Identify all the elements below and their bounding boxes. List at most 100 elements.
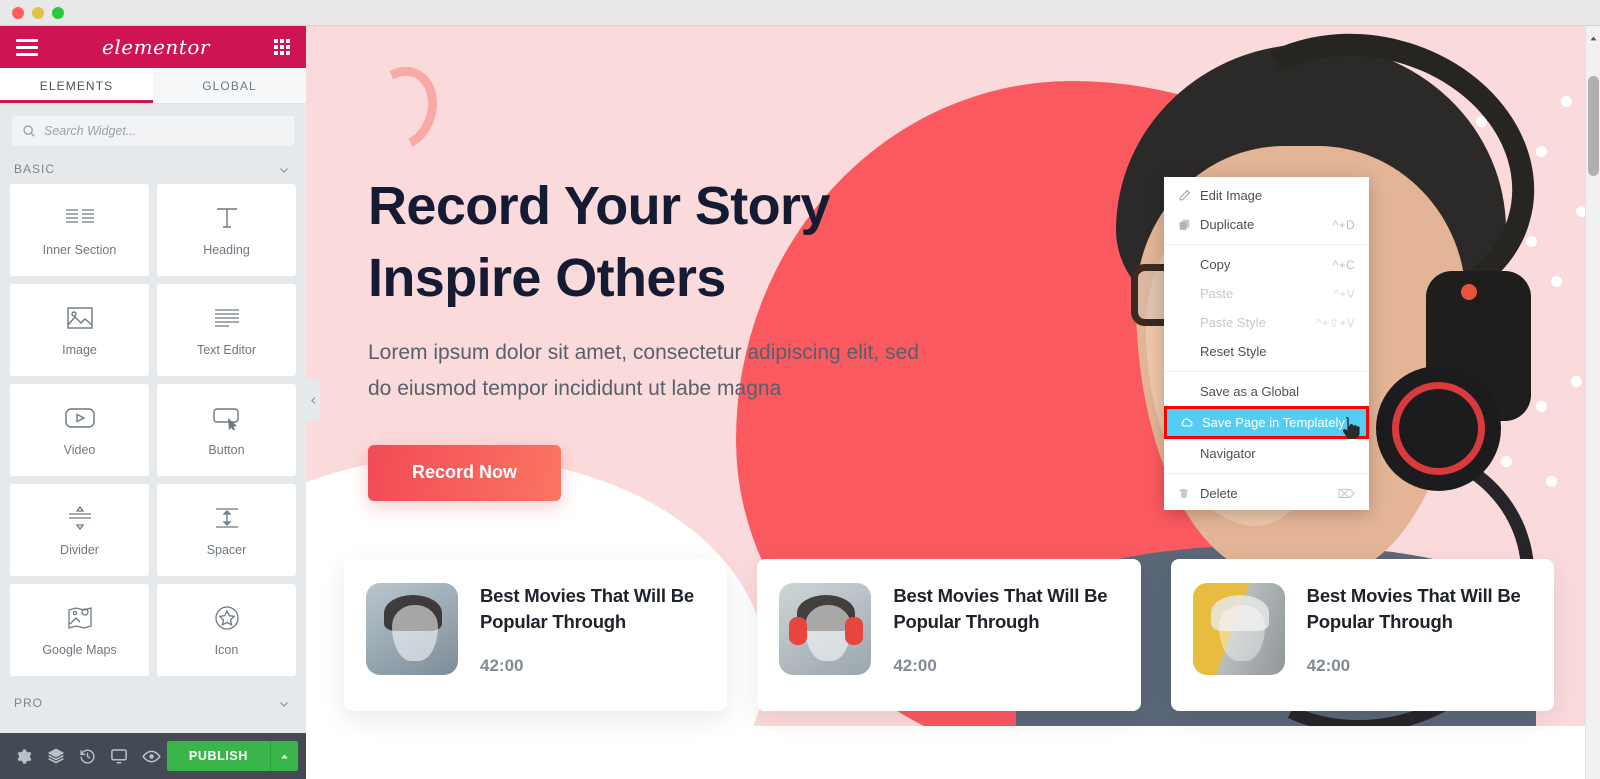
- episode-card[interactable]: Best Movies That Will Be Popular Through…: [344, 559, 728, 711]
- minimize-window-button[interactable]: [32, 7, 44, 19]
- scroll-up-arrow-icon[interactable]: [1589, 30, 1598, 41]
- context-menu-label: Paste Style: [1200, 315, 1266, 330]
- inner-section-icon: [65, 203, 95, 233]
- chevron-down-icon[interactable]: [278, 163, 290, 175]
- responsive-monitor-icon[interactable]: [103, 733, 135, 779]
- widget-icon[interactable]: Icon: [157, 584, 296, 676]
- widget-label: Spacer: [206, 543, 247, 557]
- context-menu-label: Save Page in Templately: [1202, 415, 1345, 430]
- history-clock-icon[interactable]: [72, 733, 104, 779]
- caret-up-icon[interactable]: [270, 741, 298, 771]
- widget-search-area[interactable]: [0, 104, 306, 156]
- record-now-button[interactable]: Record Now: [368, 444, 562, 501]
- widget-button[interactable]: Button: [157, 384, 296, 476]
- search-input[interactable]: [44, 124, 294, 138]
- tab-global[interactable]: GLOBAL: [153, 68, 306, 103]
- episode-title[interactable]: Best Movies That Will Be Popular Through: [1307, 583, 1532, 636]
- photo-microphone-ring: [1392, 382, 1485, 475]
- widget-video[interactable]: Video: [10, 384, 149, 476]
- hero-heading-line-2: Inspire Others: [368, 247, 726, 308]
- settings-gear-icon[interactable]: [8, 733, 40, 779]
- widget-label: Video: [63, 443, 96, 457]
- panel-header: elementor: [0, 26, 306, 68]
- widget-label: Image: [62, 343, 97, 357]
- hero-heading[interactable]: Record Your Story Inspire Others: [368, 171, 968, 315]
- context-menu-item-duplicate[interactable]: Duplicate ^+D: [1164, 210, 1369, 239]
- context-menu-item-paste: Paste ^+V: [1164, 279, 1369, 308]
- elementor-left-panel[interactable]: elementor ELEMENTS GLOBAL BASIC: [0, 26, 306, 779]
- spacer-icon: [213, 503, 241, 533]
- context-menu-item-navigator[interactable]: Navigator: [1164, 439, 1369, 468]
- widget-heading[interactable]: Heading: [157, 184, 296, 276]
- episode-title[interactable]: Best Movies That Will Be Popular Through: [893, 583, 1118, 636]
- context-menu-label: Edit Image: [1200, 188, 1263, 203]
- context-menu-item-paste-style: Paste Style ^+⇧+V: [1164, 308, 1369, 337]
- element-context-menu[interactable]: Edit Image Duplicate ^+D Copy ^+C Paste …: [1164, 177, 1369, 510]
- section-label: PRO: [14, 696, 44, 710]
- editor-canvas[interactable]: Record Your Story Inspire Others Lorem i…: [306, 26, 1600, 779]
- panel-tabs[interactable]: ELEMENTS GLOBAL: [0, 68, 306, 104]
- hero-subtext[interactable]: Lorem ipsum dolor sit amet, consectetur …: [368, 335, 938, 407]
- hamburger-icon[interactable]: [16, 38, 38, 56]
- section-header-basic[interactable]: BASIC: [0, 156, 306, 184]
- panel-footer-toolbar[interactable]: PUBLISH: [0, 733, 306, 779]
- episode-card[interactable]: Best Movies That Will Be Popular Through…: [757, 559, 1141, 711]
- widget-label: Icon: [214, 643, 239, 657]
- thumb-headphone-left: [789, 617, 808, 645]
- widget-image[interactable]: Image: [10, 284, 149, 376]
- widget-text-editor[interactable]: Text Editor: [157, 284, 296, 376]
- close-window-button[interactable]: [12, 7, 24, 19]
- publish-group[interactable]: PUBLISH: [166, 741, 298, 771]
- video-play-icon: [64, 403, 96, 433]
- google-maps-icon: [66, 603, 94, 633]
- context-menu-item-save-as-global[interactable]: Save as a Global: [1164, 377, 1369, 406]
- search-box[interactable]: [12, 116, 294, 146]
- context-menu-item-delete[interactable]: Delete ⌦: [1164, 479, 1369, 508]
- widget-label: Google Maps: [42, 643, 117, 657]
- layers-icon[interactable]: [40, 733, 72, 779]
- chevron-down-icon[interactable]: [278, 697, 290, 709]
- hero-heading-line-1: Record Your Story: [368, 176, 831, 236]
- episode-title[interactable]: Best Movies That Will Be Popular Through: [480, 583, 705, 636]
- widget-label: Button: [208, 443, 245, 457]
- grid-apps-icon[interactable]: [273, 39, 290, 55]
- context-menu-shortcut: ^+D: [1332, 217, 1355, 232]
- photo-headphone-led: [1461, 284, 1477, 300]
- eye-preview-icon[interactable]: [135, 733, 167, 779]
- page-scrollbar[interactable]: [1585, 26, 1600, 779]
- context-menu-shortcut: ⌦: [1337, 486, 1355, 501]
- context-menu-separator: [1164, 371, 1369, 372]
- scrollbar-thumb[interactable]: [1588, 76, 1599, 176]
- star-icon: [213, 603, 241, 633]
- context-menu-separator: [1164, 473, 1369, 474]
- widget-label: Text Editor: [196, 343, 257, 357]
- episode-card-body: Best Movies That Will Be Popular Through…: [480, 583, 705, 676]
- divider-icon: [66, 503, 94, 533]
- context-menu-item-save-page-in-templately[interactable]: Save Page in Templately: [1164, 406, 1369, 439]
- episode-thumbnail: [366, 583, 458, 675]
- section-header-pro[interactable]: PRO: [0, 690, 306, 718]
- hero-copy-block: Record Your Story Inspire Others Lorem i…: [368, 171, 968, 501]
- tab-elements[interactable]: ELEMENTS: [0, 68, 153, 103]
- context-menu-item-copy[interactable]: Copy ^+C: [1164, 250, 1369, 279]
- widget-inner-section[interactable]: Inner Section: [10, 184, 149, 276]
- widget-google-maps[interactable]: Google Maps: [10, 584, 149, 676]
- panel-collapse-handle[interactable]: [306, 378, 320, 422]
- button-cursor-icon: [211, 403, 243, 433]
- context-menu-separator: [1164, 244, 1369, 245]
- episode-card-body: Best Movies That Will Be Popular Through…: [893, 583, 1118, 676]
- maximize-window-button[interactable]: [52, 7, 64, 19]
- context-menu-shortcut: ^+V: [1333, 286, 1355, 301]
- context-menu-item-edit-image[interactable]: Edit Image: [1164, 181, 1369, 210]
- widget-label: Heading: [203, 243, 250, 257]
- publish-button[interactable]: PUBLISH: [166, 741, 270, 771]
- context-menu-item-reset-style[interactable]: Reset Style: [1164, 337, 1369, 366]
- context-menu-shortcut: ^+⇧+V: [1315, 315, 1355, 330]
- trash-icon: [1178, 487, 1200, 500]
- cloud-save-icon: [1180, 416, 1202, 430]
- episode-card[interactable]: Best Movies That Will Be Popular Through…: [1170, 559, 1554, 711]
- decorative-arc: [353, 56, 449, 162]
- widget-grid[interactable]: Inner Section Heading Image Text Editor …: [0, 184, 306, 676]
- widget-spacer[interactable]: Spacer: [157, 484, 296, 576]
- widget-divider[interactable]: Divider: [10, 484, 149, 576]
